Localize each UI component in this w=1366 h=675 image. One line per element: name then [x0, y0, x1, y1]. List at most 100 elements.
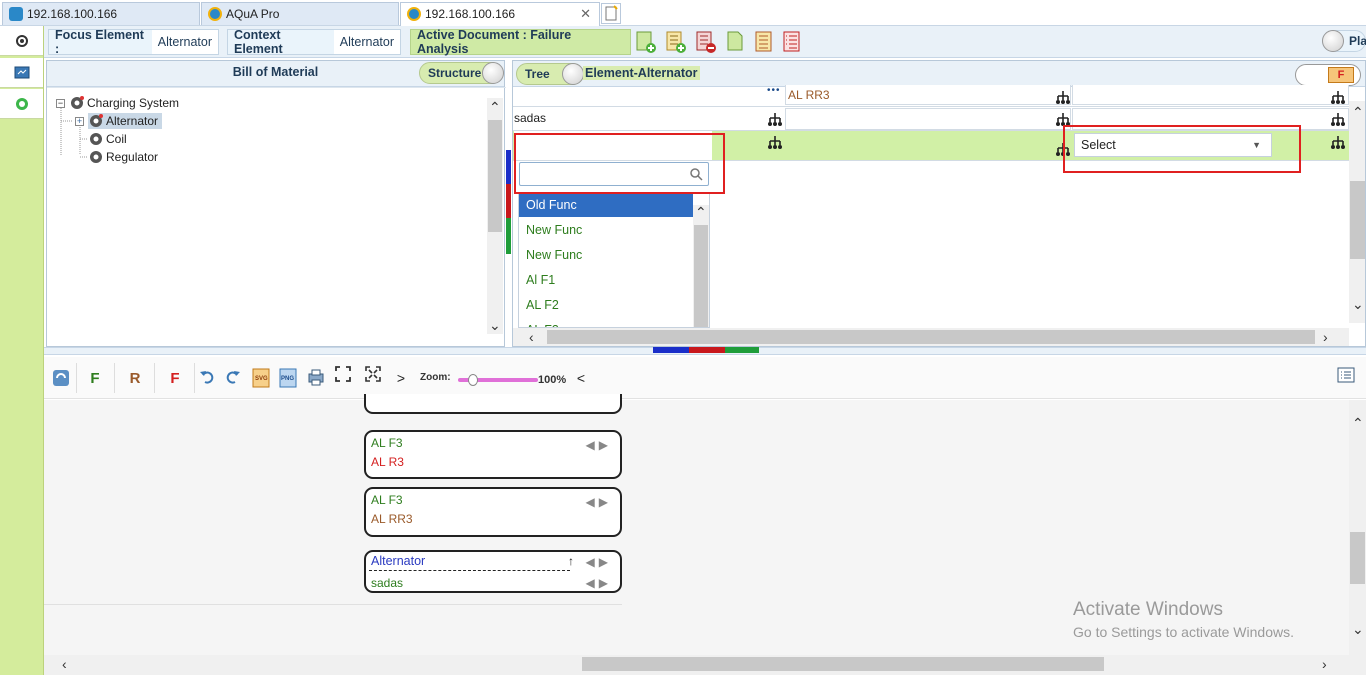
browser-tab-1[interactable]: 192.168.100.166 [2, 2, 200, 25]
zoom-slider[interactable] [458, 374, 538, 386]
dropdown-option[interactable]: Al F1 [519, 268, 693, 292]
collapse-zoom-button[interactable]: < [576, 365, 586, 391]
zoom-label: Zoom: [420, 372, 451, 383]
scroll-thumb[interactable] [582, 657, 1104, 671]
new-tab-button[interactable] [601, 3, 621, 24]
settings-button[interactable] [0, 26, 43, 56]
legend-icon[interactable] [1336, 365, 1356, 391]
list-icon[interactable] [753, 30, 775, 54]
scroll-up-icon[interactable]: ⌃ [1352, 105, 1364, 119]
scroll-right-icon[interactable]: › [1323, 330, 1328, 344]
undo-icon[interactable] [198, 365, 216, 391]
grid-cell[interactable] [1072, 85, 1349, 105]
tree-node-regulator[interactable]: Regulator [88, 149, 158, 165]
hierarchy-icon[interactable] [1330, 89, 1346, 105]
graph-node-partial[interactable] [364, 394, 622, 414]
graph-horizontal-scrollbar[interactable]: ‹ › [44, 655, 1366, 675]
tree-toggle[interactable]: Tree [516, 63, 584, 85]
navigate-arrows-icon[interactable]: ◀▶ [586, 438, 612, 452]
navigate-arrows-icon[interactable]: ◀▶ [586, 555, 612, 569]
scroll-down-icon[interactable]: ⌄ [489, 318, 501, 332]
more-dots-icon[interactable]: ••• [767, 85, 781, 96]
dropdown-option[interactable]: AL F2 [519, 293, 693, 317]
row-label: sadas [514, 111, 547, 125]
add-list-icon[interactable] [665, 30, 687, 54]
scroll-up-icon[interactable]: ⌃ [1352, 416, 1364, 430]
browser-tab-3[interactable]: 192.168.100.166 ✕ [400, 2, 600, 26]
f-toggle[interactable]: F [1295, 64, 1361, 86]
bom-scrollbar[interactable]: ⌃ ⌄ [487, 98, 503, 334]
plan-toggle[interactable]: Pla [1322, 30, 1366, 52]
numbered-list-icon[interactable] [781, 30, 803, 54]
add-document-icon[interactable] [635, 30, 657, 54]
focus-value[interactable]: Alternator [151, 30, 218, 54]
tree-node-charging-system[interactable]: − Charging System [56, 95, 179, 111]
splitter-blue [653, 347, 689, 353]
scroll-thumb[interactable] [547, 330, 1315, 344]
graph-node[interactable]: AL F3 AL RR3 ◀▶ [364, 487, 622, 537]
grid-vertical-scrollbar[interactable]: ⌃ ⌄ [1349, 101, 1365, 323]
function-label: sadas [371, 576, 404, 590]
scroll-thumb[interactable] [1350, 181, 1365, 259]
scroll-left-icon[interactable]: ‹ [529, 330, 534, 344]
dropdown-option[interactable]: AL F3 [519, 318, 693, 327]
splitter-green [725, 347, 759, 353]
r-filter-button[interactable]: R [126, 365, 144, 391]
grid-cell[interactable] [785, 108, 1071, 130]
hierarchy-icon[interactable] [1330, 111, 1346, 127]
grid-horizontal-scrollbar[interactable]: ‹ › [513, 328, 1349, 346]
monitor-button[interactable] [0, 58, 43, 88]
divider [194, 363, 195, 393]
navigate-arrows-icon[interactable]: ◀▶ [586, 576, 612, 590]
hierarchy-icon[interactable] [767, 111, 783, 127]
dropdown-scrollbar[interactable]: ⌃ [693, 205, 709, 327]
scroll-right-icon[interactable]: › [1322, 657, 1327, 671]
fullscreen-icon[interactable] [364, 365, 382, 391]
structure-toggle[interactable]: Structure [419, 62, 504, 84]
graph-element-node[interactable]: Alternator sadas ↑ ◀▶ ◀▶ [364, 550, 622, 593]
context-value[interactable]: Alternator [333, 30, 400, 54]
export-svg-icon[interactable]: SVG [251, 365, 271, 391]
dropdown-option[interactable]: New Func [519, 218, 693, 242]
hierarchy-icon[interactable] [1330, 134, 1346, 150]
scroll-thumb[interactable] [694, 225, 708, 327]
scroll-thumb[interactable] [1350, 532, 1365, 584]
tree-node-coil[interactable]: Coil [88, 131, 127, 147]
navigate-arrows-icon[interactable]: ◀▶ [586, 495, 612, 509]
zoom-slider-handle[interactable] [468, 374, 478, 386]
scroll-thumb[interactable] [488, 120, 502, 232]
hierarchy-icon[interactable] [1055, 89, 1071, 105]
dropdown-option[interactable]: New Func [519, 243, 693, 267]
hierarchy-icon[interactable] [767, 134, 783, 150]
panel-splitter[interactable] [44, 347, 1366, 355]
monitor-icon [14, 66, 29, 78]
scroll-down-icon[interactable]: ⌄ [1352, 622, 1364, 636]
f-filter-button[interactable]: F [86, 365, 104, 391]
graph-node[interactable]: AL F3 AL R3 ◀▶ [364, 430, 622, 479]
graph-vertical-scrollbar[interactable]: ⌃ ⌄ [1349, 400, 1366, 655]
toggle-knob [482, 62, 504, 84]
expand-zoom-button[interactable]: > [394, 365, 408, 391]
close-tab-icon[interactable]: ✕ [580, 3, 591, 25]
active-document-label: Active Document : Failure Analysis [417, 28, 572, 56]
grid-cell[interactable]: AL RR3 [785, 85, 1071, 105]
scroll-up-icon[interactable]: ⌃ [489, 100, 501, 114]
refresh-icon[interactable] [52, 365, 70, 391]
fit-screen-icon[interactable] [334, 365, 352, 391]
dropdown-option[interactable]: Old Func [519, 193, 693, 217]
f-red-filter-button[interactable]: F [166, 365, 184, 391]
tree-node-alternator[interactable]: + Alternator [75, 113, 163, 129]
expand-icon[interactable]: + [75, 116, 84, 126]
browser-tab-2[interactable]: AQuA Pro [201, 2, 399, 25]
print-icon[interactable] [306, 365, 326, 391]
scroll-down-icon[interactable]: ⌄ [1352, 297, 1364, 311]
recycle-button[interactable] [0, 89, 43, 119]
up-arrow-icon[interactable]: ↑ [568, 554, 574, 568]
redo-icon[interactable] [224, 365, 242, 391]
document-icon[interactable] [725, 30, 747, 54]
remove-list-icon[interactable] [695, 30, 717, 54]
collapse-icon[interactable]: − [56, 98, 65, 108]
scroll-left-icon[interactable]: ‹ [62, 657, 67, 671]
export-png-icon[interactable]: PNG [278, 365, 298, 391]
scroll-up-icon[interactable]: ⌃ [695, 205, 707, 219]
